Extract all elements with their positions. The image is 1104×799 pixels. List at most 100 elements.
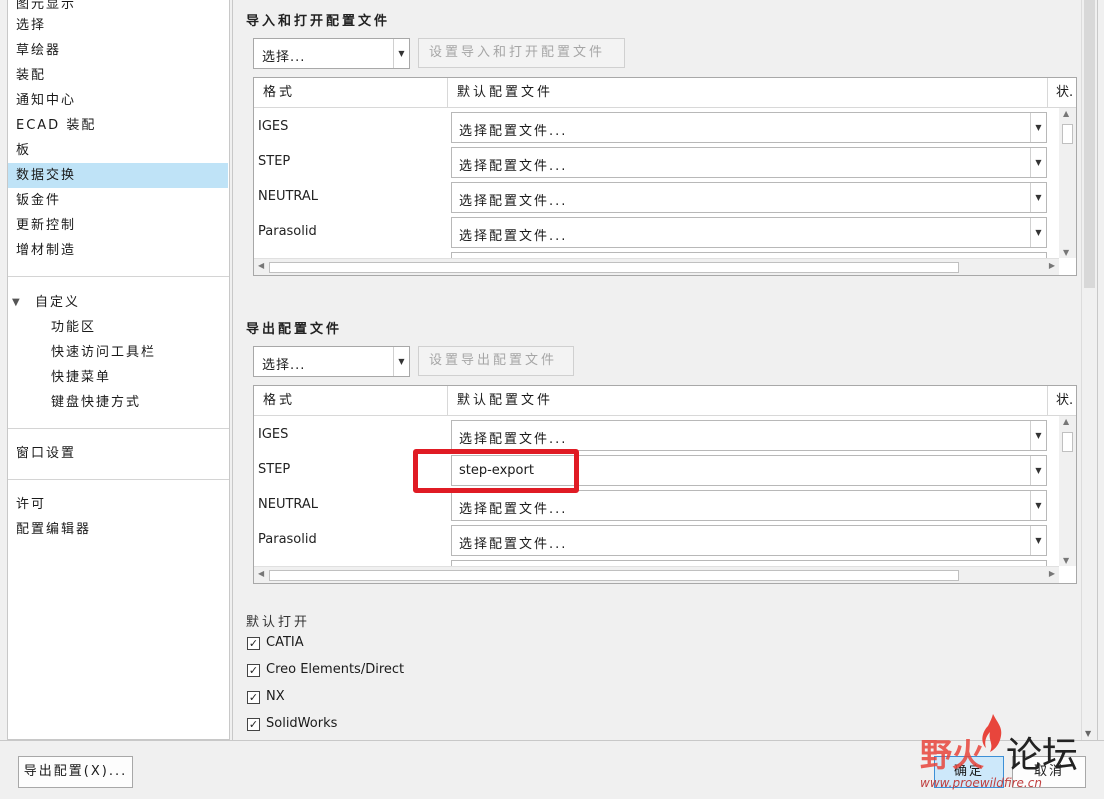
chevron-down-icon[interactable]: ▼: [1030, 491, 1046, 520]
export-profile-table: 格式 默认配置文件 状. IGES 选择配置文件... ▼ STEP step-…: [253, 385, 1077, 584]
checkbox-checked-icon[interactable]: ✓: [247, 718, 260, 731]
checkbox-label[interactable]: Creo Elements/Direct: [266, 662, 404, 677]
checkbox-checked-icon[interactable]: ✓: [247, 637, 260, 650]
table-horizontal-scrollbar[interactable]: ◀ ▶: [254, 566, 1059, 583]
sidebar-item-ecad-assembly[interactable]: ECAD 装配: [8, 113, 228, 138]
profile-value: 选择配置文件...: [459, 124, 568, 139]
dialog-footer: 导出配置(X)... 确定 取消: [0, 740, 1104, 799]
profile-select[interactable]: 选择配置文件... ▼: [451, 525, 1047, 556]
sidebar-item-quick-access-toolbar[interactable]: 快速访问工具栏: [8, 340, 228, 365]
format-cell: STEP: [258, 154, 291, 169]
annotation-highlight-box: [413, 449, 579, 493]
set-import-profile-button[interactable]: 设置导入和打开配置文件: [418, 38, 625, 68]
scroll-left-icon[interactable]: ◀: [258, 569, 264, 578]
checkbox-checked-icon[interactable]: ✓: [247, 664, 260, 677]
category-sidebar: 图元显示 选择 草绘器 装配 通知中心 ECAD 装配 板 数据交换 钣金件 更…: [7, 0, 230, 740]
checkbox-checked-icon[interactable]: ✓: [247, 691, 260, 704]
sidebar-item-license[interactable]: 许可: [8, 492, 228, 517]
cancel-button[interactable]: 取消: [1012, 756, 1086, 788]
chevron-down-icon[interactable]: ▼: [393, 39, 409, 68]
checkbox-label[interactable]: CATIA: [266, 635, 304, 650]
scroll-right-icon[interactable]: ▶: [1049, 261, 1055, 270]
profile-value: 选择配置文件...: [459, 229, 568, 244]
scroll-down-icon[interactable]: ▼: [1085, 729, 1091, 738]
scroll-down-icon[interactable]: ▼: [1063, 556, 1069, 565]
profile-select[interactable]: 选择配置文件... ▼: [451, 182, 1047, 213]
sidebar-item-update-control[interactable]: 更新控制: [8, 213, 228, 238]
scrollbar-thumb[interactable]: [269, 262, 959, 273]
sidebar-item-board[interactable]: 板: [8, 138, 228, 163]
sidebar-item-shortcut-menus[interactable]: 快捷菜单: [8, 365, 228, 390]
chevron-down-icon[interactable]: ▼: [1030, 113, 1046, 142]
sidebar-item-sketcher[interactable]: 草绘器: [8, 38, 228, 63]
chevron-down-icon[interactable]: ▼: [393, 347, 409, 376]
profile-select[interactable]: 选择配置文件... ▼: [451, 112, 1047, 143]
chevron-down-icon[interactable]: ▼: [1030, 456, 1046, 485]
sidebar-group-label: 自定义: [35, 295, 81, 310]
sidebar-item-assembly[interactable]: 装配: [8, 63, 228, 88]
column-header-status[interactable]: 状.: [1048, 386, 1076, 416]
format-cell: NEUTRAL: [258, 497, 319, 512]
import-profile-select[interactable]: 选择... ▼: [253, 38, 410, 69]
sidebar-item-notification-center[interactable]: 通知中心: [8, 88, 228, 113]
chevron-down-icon[interactable]: ▼: [1030, 183, 1046, 212]
export-config-button[interactable]: 导出配置(X)...: [18, 756, 133, 788]
profile-select[interactable]: 选择配置文件... ▼: [451, 147, 1047, 178]
select-value: 选择...: [262, 358, 306, 373]
scroll-up-icon[interactable]: ▲: [1063, 109, 1069, 118]
table-vertical-scrollbar[interactable]: ▲ ▼: [1059, 416, 1076, 566]
checkbox-label[interactable]: NX: [266, 689, 285, 704]
sidebar-divider: [8, 479, 229, 480]
sidebar-item-selection[interactable]: 选择: [8, 13, 228, 38]
column-header-default-profile[interactable]: 默认配置文件: [448, 386, 1048, 416]
import-section-title: 导入和打开配置文件: [246, 14, 391, 29]
export-profile-select[interactable]: 选择... ▼: [253, 346, 410, 377]
set-export-profile-button[interactable]: 设置导出配置文件: [418, 346, 574, 376]
table-horizontal-scrollbar[interactable]: ◀ ▶: [254, 258, 1059, 275]
profile-value: 选择配置文件...: [459, 537, 568, 552]
import-profile-table: 格式 默认配置文件 状. IGES 选择配置文件... ▼ STEP 选择配置文…: [253, 77, 1077, 276]
chevron-down-icon[interactable]: ▼: [1030, 526, 1046, 555]
format-cell: Parasolid: [258, 532, 317, 547]
column-header-status[interactable]: 状.: [1048, 78, 1076, 108]
default-open-label: 默认打开: [246, 615, 311, 630]
panel-scrollbar[interactable]: ▼: [1081, 0, 1097, 740]
checkbox-label[interactable]: SolidWorks: [266, 716, 337, 731]
table-vertical-scrollbar[interactable]: ▲ ▼: [1059, 108, 1076, 258]
scroll-right-icon[interactable]: ▶: [1049, 569, 1055, 578]
scroll-left-icon[interactable]: ◀: [258, 261, 264, 270]
chevron-down-icon[interactable]: ▼: [1030, 218, 1046, 247]
profile-select[interactable]: 选择配置文件... ▼: [451, 490, 1047, 521]
sidebar-group-customize[interactable]: ▼ 自定义: [8, 290, 228, 315]
column-header-format[interactable]: 格式: [254, 78, 448, 108]
chevron-down-icon[interactable]: ▼: [1030, 148, 1046, 177]
export-section-title: 导出配置文件: [246, 322, 343, 337]
chevron-down-icon[interactable]: ▼: [1030, 421, 1046, 450]
scrollbar-thumb[interactable]: [1084, 0, 1095, 288]
select-value: 选择...: [262, 50, 306, 65]
scrollbar-thumb[interactable]: [1062, 432, 1073, 452]
profile-select[interactable]: 选择配置文件... ▼: [451, 420, 1047, 451]
format-cell: Parasolid: [258, 224, 317, 239]
sidebar-item-ribbon[interactable]: 功能区: [8, 315, 228, 340]
profile-value: 选择配置文件...: [459, 432, 568, 447]
sidebar-item-additive-manufacturing[interactable]: 增材制造: [8, 238, 228, 263]
profile-select[interactable]: 选择配置文件... ▼: [451, 217, 1047, 248]
sidebar-item-window-settings[interactable]: 窗口设置: [8, 441, 228, 466]
scrollbar-thumb[interactable]: [269, 570, 959, 581]
sidebar-item-keyboard-shortcuts[interactable]: 键盘快捷方式: [8, 390, 228, 415]
column-header-format[interactable]: 格式: [254, 386, 448, 416]
sidebar-item-data-exchange[interactable]: 数据交换: [8, 163, 228, 188]
sidebar-item-sheetmetal[interactable]: 钣金件: [8, 188, 228, 213]
format-cell: NEUTRAL: [258, 189, 319, 204]
sidebar-item-config-editor[interactable]: 配置编辑器: [8, 517, 228, 542]
profile-value: 选择配置文件...: [459, 502, 568, 517]
ok-button[interactable]: 确定: [934, 756, 1004, 788]
profile-value: 选择配置文件...: [459, 159, 568, 174]
collapse-triangle-icon[interactable]: ▼: [12, 290, 20, 315]
format-cell: IGES: [258, 427, 289, 442]
scroll-up-icon[interactable]: ▲: [1063, 417, 1069, 426]
scroll-down-icon[interactable]: ▼: [1063, 248, 1069, 257]
column-header-default-profile[interactable]: 默认配置文件: [448, 78, 1048, 108]
scrollbar-thumb[interactable]: [1062, 124, 1073, 144]
